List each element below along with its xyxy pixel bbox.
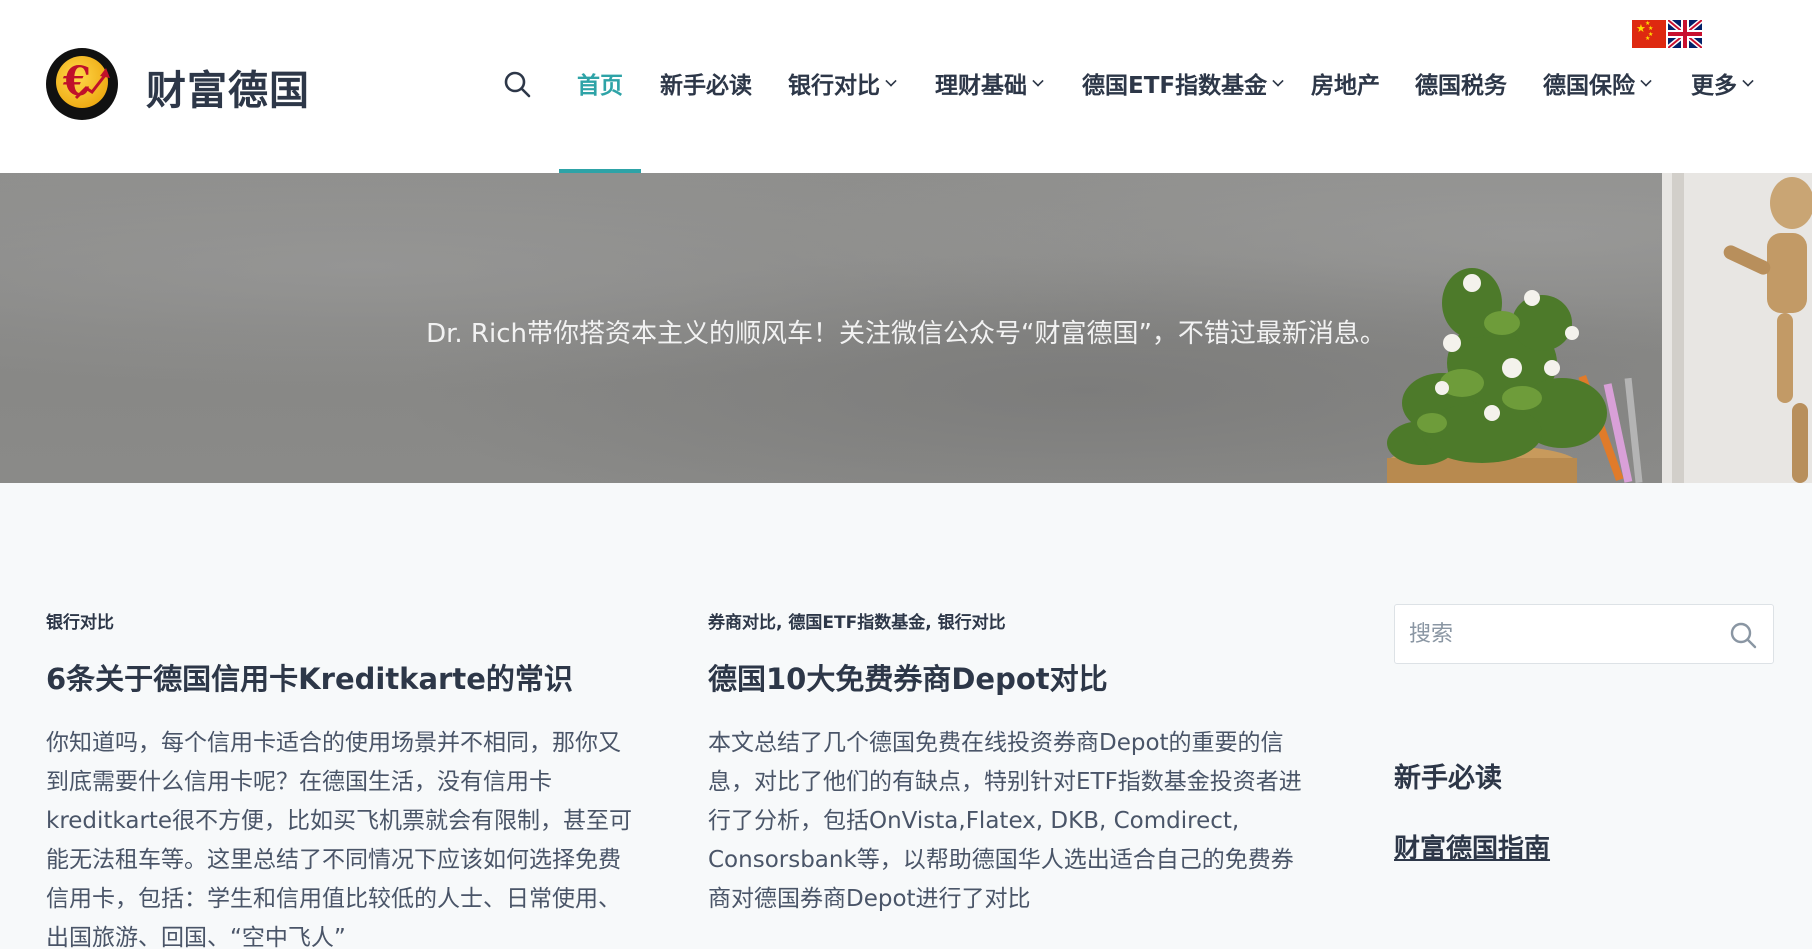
chevron-down-icon (1032, 75, 1044, 87)
chevron-down-icon (1742, 75, 1754, 87)
chevron-down-icon (885, 75, 897, 87)
search-input[interactable] (1409, 617, 1709, 651)
site-logo-icon[interactable]: € (46, 48, 118, 120)
post-excerpt: 你知道吗，每个信用卡适合的使用场景并不相同，那你又 到底需要什么信用卡呢？在德国… (46, 730, 633, 949)
nav-item-bank-comparison[interactable]: 银行对比 (788, 66, 897, 100)
site-title[interactable]: 财富德国 (146, 58, 310, 116)
nav-item-finance-basics[interactable]: 理财基础 (935, 66, 1044, 100)
nav-item-tax[interactable]: 德国税务 (1415, 66, 1507, 100)
sidebar-widget-title: 新手必读 (1394, 763, 1502, 794)
nav-item-insurance[interactable]: 德国保险 (1543, 66, 1652, 100)
post-title[interactable]: 德国10大免费券商Depot对比 (708, 656, 1108, 698)
hero-banner: Dr. Rich带你搭资本主义的顺风车！关注微信公众号“财富德国”，不错过最新消… (0, 173, 1812, 483)
chevron-down-icon (1640, 75, 1652, 87)
post-category[interactable]: 银行对比 (46, 608, 114, 633)
nav-item-beginners[interactable]: 新手必读 (660, 66, 752, 100)
chevron-down-icon (1272, 75, 1284, 87)
site-header: € 财富德国 首页 新手必读 银行对比 理财基础 德国ETF指数基金 房地产 德… (0, 0, 1812, 173)
china-flag-icon[interactable]: ★ ★ ★ ★ ★ (1632, 20, 1666, 48)
post-category[interactable]: 券商对比, 德国ETF指数基金, 银行对比 (708, 608, 1006, 633)
search-icon[interactable] (503, 70, 531, 98)
search-icon[interactable] (1729, 621, 1757, 649)
nav-item-home[interactable]: 首页 (577, 66, 623, 100)
nav-item-real-estate[interactable]: 房地产 (1311, 66, 1380, 100)
nav-item-more[interactable]: 更多 (1691, 66, 1754, 100)
banner-tagline: Dr. Rich带你搭资本主义的顺风车！关注微信公众号“财富德国”，不错过最新消… (426, 319, 1386, 349)
nav-item-etf[interactable]: 德国ETF指数基金 (1082, 66, 1284, 100)
sidebar-search-box (1394, 604, 1774, 664)
sidebar-widget-link[interactable]: 财富德国指南 (1394, 828, 1550, 865)
post-excerpt: 本文总结了几个德国免费在线投资券商Depot的重要的信 息，对比了他们的有缺点，… (708, 730, 1302, 912)
post-title[interactable]: 6条关于德国信用卡Kreditkarte的常识 (46, 656, 573, 698)
uk-flag-icon[interactable] (1668, 20, 1702, 48)
